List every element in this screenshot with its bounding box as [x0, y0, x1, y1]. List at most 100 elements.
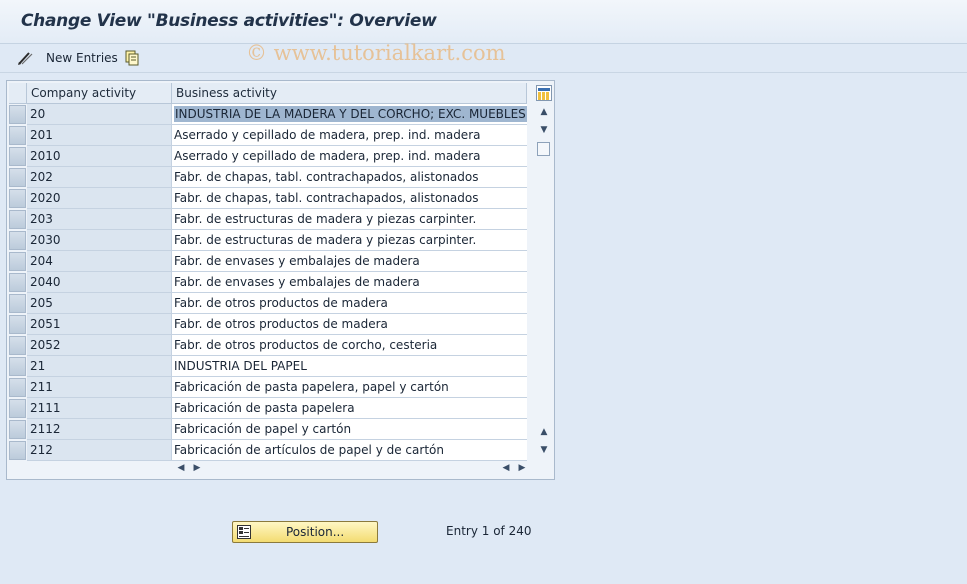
scroll-page-down-icon[interactable]: ▼ [536, 443, 552, 457]
business-activity-cell[interactable]: Fabricación de artículos de papel y de c… [172, 440, 527, 461]
copy-icon [123, 49, 141, 67]
table-row[interactable]: 2051 Fabr. de otros productos de madera [9, 314, 527, 335]
table-row[interactable]: 2020 Fabr. de chapas, tabl. contrachapado… [9, 188, 527, 209]
table-row[interactable]: 203 Fabr. de estructuras de madera y piez… [9, 209, 527, 230]
row-selector[interactable] [9, 336, 26, 355]
company-activity-cell: 2030 [27, 230, 172, 251]
row-selector[interactable] [9, 441, 26, 460]
horizontal-scrollbar-left[interactable]: ◀ ▶ [172, 461, 202, 475]
copy-as-button[interactable] [123, 47, 141, 69]
business-activity-text: INDUSTRIA DEL PAPEL [174, 359, 307, 373]
table-row[interactable]: 20 INDUSTRIA DE LA MADERA Y DEL CORCHO; E… [9, 104, 527, 125]
table-row[interactable]: 201 Aserrado y cepillado de madera, prep.… [9, 125, 527, 146]
business-activity-text: Fabr. de chapas, tabl. contrachapados, a… [174, 191, 479, 205]
window-title: Change View "Business activities": Overv… [21, 11, 437, 31]
select-all-header[interactable] [9, 83, 27, 104]
table-row[interactable]: 2111 Fabricación de pasta papelera [9, 398, 527, 419]
business-activity-text: Fabricación de pasta papelera, papel y c… [174, 380, 449, 394]
row-selector[interactable] [9, 210, 26, 229]
row-selector[interactable] [9, 294, 26, 313]
table-row[interactable]: 2010 Aserrado y cepillado de madera, prep… [9, 146, 527, 167]
scroll-right-icon[interactable]: ▶ [190, 461, 204, 475]
business-activity-text: INDUSTRIA DE LA MADERA Y DEL CORCHO; EXC… [174, 106, 527, 122]
row-selector[interactable] [9, 189, 26, 208]
row-selector[interactable] [9, 105, 26, 124]
row-selector[interactable] [9, 252, 26, 271]
row-selector[interactable] [9, 315, 26, 334]
column-header-business-activity[interactable]: Business activity [172, 83, 527, 104]
table-row[interactable]: 2040 Fabr. de envases y embalajes de made… [9, 272, 527, 293]
watermark: © www.tutorialkart.com [246, 41, 506, 65]
scroll-page-up-icon[interactable]: ▲ [536, 425, 552, 439]
scroll-thumb[interactable] [537, 142, 550, 156]
business-activity-cell[interactable]: Fabr. de chapas, tabl. contrachapados, a… [172, 188, 527, 209]
scroll-up-icon[interactable]: ▲ [536, 105, 552, 119]
business-activity-text: Fabr. de envases y embalajes de madera [174, 275, 420, 289]
business-activity-text: Fabr. de chapas, tabl. contrachapados, a… [174, 170, 479, 184]
column-header-company-activity[interactable]: Company activity [27, 83, 172, 104]
business-activity-text: Fabricación de pasta papelera [174, 401, 355, 415]
business-activity-text: Aserrado y cepillado de madera, prep. in… [174, 128, 481, 142]
table-row[interactable]: 2112 Fabricación de papel y cartón [9, 419, 527, 440]
table-row[interactable]: 21 INDUSTRIA DEL PAPEL [9, 356, 527, 377]
scroll-right-icon[interactable]: ▶ [515, 461, 529, 475]
row-selector[interactable] [9, 273, 26, 292]
business-activity-text: Fabricación de artículos de papel y de c… [174, 443, 444, 457]
table-row[interactable]: 2052 Fabr. de otros productos de corcho, … [9, 335, 527, 356]
scroll-down-icon[interactable]: ▼ [536, 123, 552, 137]
table-row[interactable]: 205 Fabr. de otros productos de madera [9, 293, 527, 314]
new-entries-label: New Entries [46, 51, 118, 65]
company-activity-cell: 202 [27, 167, 172, 188]
row-selector[interactable] [9, 231, 26, 250]
business-activity-cell[interactable]: Fabr. de estructuras de madera y piezas … [172, 209, 527, 230]
table-settings-icon [538, 88, 550, 100]
business-activity-cell[interactable]: Aserrado y cepillado de madera, prep. in… [172, 125, 527, 146]
row-selector[interactable] [9, 399, 26, 418]
vertical-scrollbar[interactable]: ▲ ▼ ▲ ▼ [536, 103, 552, 459]
horizontal-scrollbar-right[interactable]: ◀ ▶ [497, 461, 527, 475]
table-row[interactable]: 2030 Fabr. de estructuras de madera y pie… [9, 230, 527, 251]
business-activity-cell[interactable]: Fabr. de otros productos de madera [172, 314, 527, 335]
table-row[interactable]: 212 Fabricación de artículos de papel y d… [9, 440, 527, 461]
company-activity-cell: 211 [27, 377, 172, 398]
business-activity-cell[interactable]: Fabricación de papel y cartón [172, 419, 527, 440]
business-activity-cell[interactable]: Fabr. de chapas, tabl. contrachapados, a… [172, 167, 527, 188]
row-selector[interactable] [9, 147, 26, 166]
new-entries-button[interactable]: New Entries [16, 47, 118, 69]
row-selector[interactable] [9, 126, 26, 145]
table-row[interactable]: 204 Fabr. de envases y embalajes de mader… [9, 251, 527, 272]
row-selector[interactable] [9, 168, 26, 187]
business-activity-cell[interactable]: Fabricación de pasta papelera, papel y c… [172, 377, 527, 398]
business-activity-cell[interactable]: INDUSTRIA DEL PAPEL [172, 356, 527, 377]
position-icon [237, 525, 251, 539]
business-activity-text: Fabr. de otros productos de madera [174, 317, 388, 331]
table-settings-button[interactable] [536, 85, 552, 101]
company-activity-cell: 2010 [27, 146, 172, 167]
business-activity-cell[interactable]: Fabr. de estructuras de madera y piezas … [172, 230, 527, 251]
table-row[interactable]: 202 Fabr. de chapas, tabl. contrachapados… [9, 167, 527, 188]
row-selector[interactable] [9, 378, 26, 397]
scroll-left-icon[interactable]: ◀ [499, 461, 513, 475]
business-activity-cell[interactable]: Fabr. de envases y embalajes de madera [172, 272, 527, 293]
scroll-left-icon[interactable]: ◀ [174, 461, 188, 475]
company-activity-cell: 2020 [27, 188, 172, 209]
edit-glasses-icon [16, 49, 34, 67]
business-activity-cell[interactable]: Fabr. de otros productos de madera [172, 293, 527, 314]
title-bar: Change View "Business activities": Overv… [0, 0, 967, 44]
table-row[interactable]: 211 Fabricación de pasta papelera, papel … [9, 377, 527, 398]
business-activity-cell[interactable]: Fabr. de envases y embalajes de madera [172, 251, 527, 272]
row-selector[interactable] [9, 357, 26, 376]
company-activity-cell: 2112 [27, 419, 172, 440]
business-activity-cell[interactable]: INDUSTRIA DE LA MADERA Y DEL CORCHO; EXC… [172, 104, 527, 125]
business-activity-text: Fabr. de otros productos de madera [174, 296, 388, 310]
company-activity-cell: 201 [27, 125, 172, 146]
column-header-label: Business activity [176, 86, 277, 100]
position-button[interactable]: Position... [232, 521, 378, 543]
entry-counter: Entry 1 of 240 [446, 524, 532, 538]
business-activity-cell[interactable]: Fabr. de otros productos de corcho, cest… [172, 335, 527, 356]
business-activity-cell[interactable]: Aserrado y cepillado de madera, prep. in… [172, 146, 527, 167]
business-activity-cell[interactable]: Fabricación de pasta papelera [172, 398, 527, 419]
company-activity-cell: 21 [27, 356, 172, 377]
row-selector[interactable] [9, 420, 26, 439]
position-button-label: Position... [286, 525, 345, 539]
